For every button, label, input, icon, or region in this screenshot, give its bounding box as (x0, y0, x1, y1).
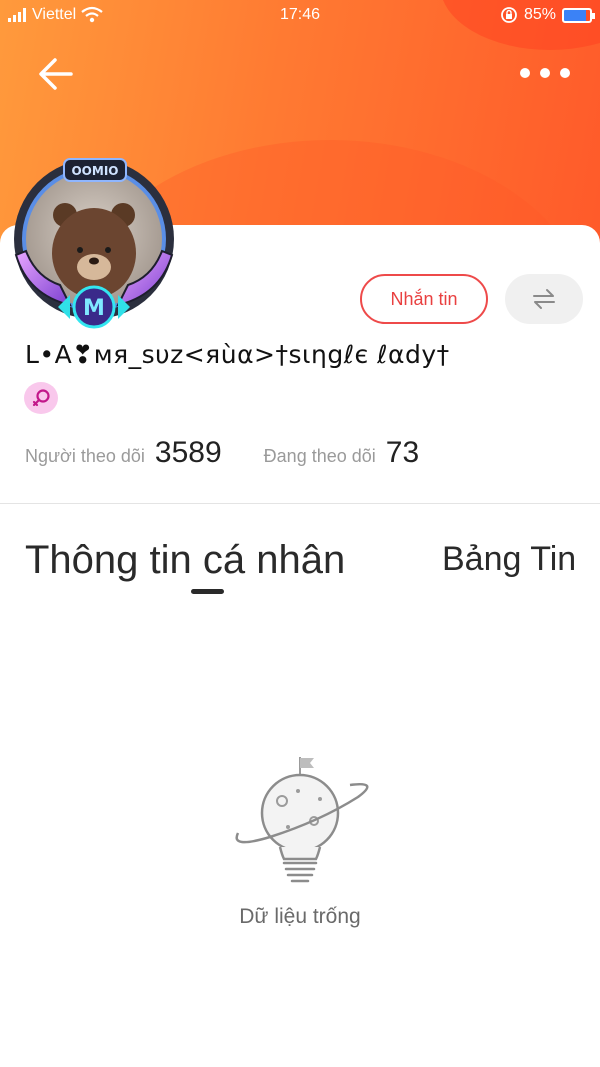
avatar-badge-letter: M (83, 296, 105, 321)
more-options-button[interactable] (520, 58, 570, 88)
tab-indicator (191, 589, 224, 594)
battery-icon (562, 7, 595, 23)
arrow-left-icon (39, 58, 73, 90)
swap-arrows-icon (533, 289, 555, 309)
tab-personal-info[interactable]: Thông tin cá nhân (25, 538, 345, 583)
planet-lightbulb-icon (235, 757, 369, 883)
status-bar: Viettel 17:46 85% (0, 0, 600, 32)
swap-button[interactable] (505, 274, 583, 324)
gender-badge (24, 382, 58, 414)
empty-state-text: Dữ liệu trống (239, 905, 361, 928)
following-label[interactable]: Đang theo dõi (264, 446, 376, 467)
top-nav (0, 48, 600, 98)
more-horizontal-icon (520, 68, 530, 78)
following-count[interactable]: 73 (386, 436, 419, 470)
back-button[interactable] (34, 54, 78, 94)
avatar-frame-label: OOMIO (71, 164, 118, 178)
status-right: 85% (500, 6, 595, 24)
rotation-lock-icon (501, 7, 517, 23)
followers-label[interactable]: Người theo dõi (25, 446, 145, 467)
female-icon (32, 389, 50, 407)
message-button[interactable]: Nhắn tin (360, 274, 488, 324)
follow-stats: Người theo dõi 3589 Đang theo dõi 73 (25, 436, 419, 470)
username: L•A❣мя_sυz<яùα>†sιηgℓє ℓαdу† (25, 340, 450, 369)
tab-feed[interactable]: Bảng Tin (442, 540, 576, 579)
followers-count[interactable]: 3589 (155, 436, 222, 470)
avatar[interactable]: OOMIO M (8, 155, 180, 330)
battery-percent: 85% (523, 6, 556, 23)
section-divider (0, 503, 600, 504)
profile-tabs: Thông tin cá nhân Bảng Tin (0, 530, 600, 600)
empty-state: Dữ liệu trống (0, 755, 600, 955)
